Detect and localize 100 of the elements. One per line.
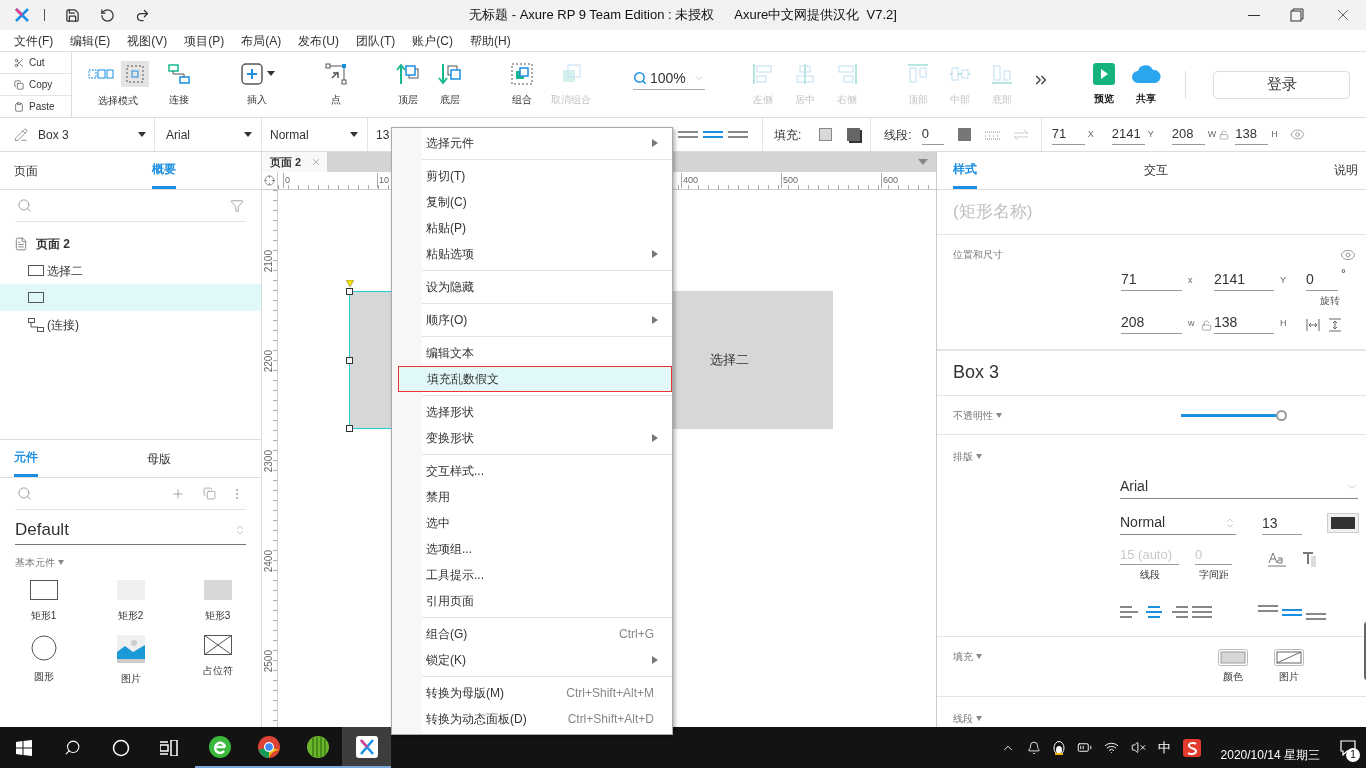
font-size-field[interactable]: 13 [1262, 511, 1302, 536]
resize-handle[interactable] [346, 288, 353, 295]
save-icon [65, 7, 80, 23]
library-widget[interactable]: 矩形1 [0, 580, 87, 623]
context-menu-item[interactable]: 转换为动态面板(D) Ctrl+Shift+Alt+D [398, 706, 672, 732]
menu-item[interactable]: 项目(P) [184, 31, 225, 50]
fill-option[interactable]: 图片 [1274, 649, 1304, 685]
toolbar-button[interactable]: 插入 [236, 56, 278, 113]
section-label[interactable]: 排版 [953, 449, 973, 465]
clipboard-button[interactable]: Cut [0, 52, 71, 74]
context-menu-item[interactable]: 选中 [398, 510, 672, 536]
context-menu-item[interactable]: 组合(G) Ctrl+G [398, 621, 672, 647]
outline-item[interactable]: (连接) [0, 311, 261, 338]
library-widget[interactable]: 矩形3 [174, 580, 261, 623]
outline-item[interactable]: 选择二 [0, 257, 261, 284]
login-button[interactable]: 登录 [1213, 70, 1350, 99]
panel-tab[interactable]: 样式 [953, 152, 977, 189]
number-field[interactable]: 2141 [1214, 268, 1274, 291]
taskbar-app[interactable] [342, 727, 391, 768]
stroke-width-field[interactable]: 0 [921, 124, 944, 145]
context-menu-item[interactable]: 粘贴(P) [398, 215, 672, 241]
toolbar-button[interactable]: 组合 [501, 56, 543, 113]
menu-item[interactable]: 帮助(H) [470, 31, 511, 50]
menu-item[interactable]: 账户(C) [412, 31, 453, 50]
weight-dropdown[interactable]: Normal [1120, 511, 1236, 536]
toolbar-button[interactable]: 顶层 [387, 56, 429, 113]
clipboard-button[interactable]: Paste [0, 96, 71, 117]
section-label[interactable]: 线段 [953, 711, 973, 726]
slider-thumb[interactable] [1276, 409, 1287, 421]
menu-item[interactable]: 视图(V) [127, 31, 168, 50]
panel-tab[interactable]: 交互 [1143, 152, 1168, 189]
input-method-indicator[interactable]: 中 [1157, 737, 1171, 758]
panel-tab[interactable]: 母版 [147, 440, 171, 477]
font-dropdown[interactable]: Arial [1120, 475, 1358, 500]
geometry-field[interactable]: 2141 [1111, 124, 1145, 145]
geometry-field[interactable]: 71 [1051, 124, 1085, 145]
number-field[interactable]: 208 [1121, 311, 1182, 334]
fill-color-swatch[interactable] [819, 128, 833, 141]
context-menu-item[interactable]: 工具提示... [398, 562, 672, 588]
toolbar-button[interactable]: 底层 [429, 56, 471, 113]
number-field[interactable]: 71 [1121, 268, 1182, 291]
library-dropdown[interactable]: Default [15, 516, 246, 545]
context-menu-item[interactable]: 引用页面 [398, 588, 672, 614]
context-menu-item[interactable]: 填充乱数假文 [398, 366, 672, 392]
submenu-arrow-icon [652, 316, 658, 324]
menu-item[interactable]: 布局(A) [241, 31, 282, 50]
zoom-field[interactable]: 100% [633, 67, 705, 90]
page-tab[interactable]: 页面 2 [262, 152, 327, 172]
context-menu-item[interactable]: 选项组... [398, 536, 672, 562]
number-field[interactable]: 138 [1214, 311, 1274, 334]
halign-icon[interactable] [1192, 604, 1212, 621]
context-menu-item[interactable]: 转换为母版(M) Ctrl+Shift+Alt+M [398, 680, 672, 706]
panel-tab[interactable]: 概要 [152, 152, 176, 189]
menu-item[interactable]: 发布(U) [298, 31, 339, 50]
fill-label: 填充: [774, 126, 802, 144]
halign-icon[interactable] [1120, 604, 1140, 621]
weight-dropdown[interactable]: Normal [262, 118, 368, 151]
section-label[interactable]: 基本元件 [15, 555, 55, 570]
section-label[interactable]: 不透明性 [953, 407, 993, 423]
halign-icon[interactable] [1144, 604, 1164, 621]
toolbar-button[interactable]: 连接 [158, 56, 200, 113]
select-mode-button[interactable] [121, 61, 149, 87]
panel-tab[interactable]: 说明 [1334, 152, 1358, 189]
menu-item[interactable]: 文件(F) [14, 31, 54, 50]
library-widget[interactable]: 矩形2 [87, 580, 174, 623]
section-label[interactable]: 填充 [953, 649, 973, 665]
resize-handle[interactable] [346, 357, 353, 364]
widget-dropdown[interactable]: Box 3 [0, 118, 155, 151]
menu-item[interactable]: 团队(T) [356, 31, 396, 50]
text-color-swatch[interactable] [1328, 514, 1358, 533]
font-dropdown[interactable]: Arial [155, 118, 262, 151]
context-menu-item[interactable]: 粘贴选项 [398, 241, 672, 267]
fill-option[interactable]: 颜色 [1218, 649, 1248, 685]
context-menu-item[interactable]: 剪切(T) [398, 163, 672, 189]
undo-icon [100, 7, 115, 23]
library-widget[interactable]: 占位符 [174, 635, 261, 686]
library-widget[interactable]: 圆形 [0, 635, 87, 686]
toolbar-button[interactable]: 共享 [1125, 56, 1167, 113]
geometry-field[interactable]: 138 [1235, 124, 1269, 145]
geometry-field[interactable]: 208 [1171, 124, 1205, 145]
resize-handle[interactable] [346, 425, 353, 432]
ruler-label: 2300 [263, 450, 275, 473]
context-menu-item[interactable]: 选择元件 [398, 130, 672, 156]
stroke-color-swatch[interactable] [957, 128, 971, 141]
clock-date[interactable]: 2020/10/14 星期三 [1220, 745, 1320, 764]
panel-tab[interactable]: 元件 [14, 440, 38, 477]
page-name[interactable]: 页面 2 [36, 234, 70, 253]
toolbar-button[interactable]: 点 [315, 56, 357, 113]
menu-item[interactable]: 编辑(E) [70, 31, 111, 50]
toolbar-button[interactable]: 预览 [1083, 56, 1125, 113]
context-menu-item[interactable]: 锁定(K) [398, 647, 672, 673]
clipboard-button[interactable]: Copy [0, 74, 71, 96]
context-menu-item[interactable]: 复制(C) [398, 189, 672, 215]
number-field[interactable]: 0 [1306, 268, 1338, 291]
panel-tab[interactable]: 页面 [0, 152, 152, 189]
library-widget[interactable]: 图片 [87, 635, 174, 686]
context-menu-item[interactable]: 禁用 [398, 484, 672, 510]
widget-name-field[interactable]: (矩形名称) [937, 189, 1366, 235]
shadow-swatch[interactable] [847, 128, 861, 141]
context-menu-item[interactable]: 交互样式... [398, 458, 672, 484]
